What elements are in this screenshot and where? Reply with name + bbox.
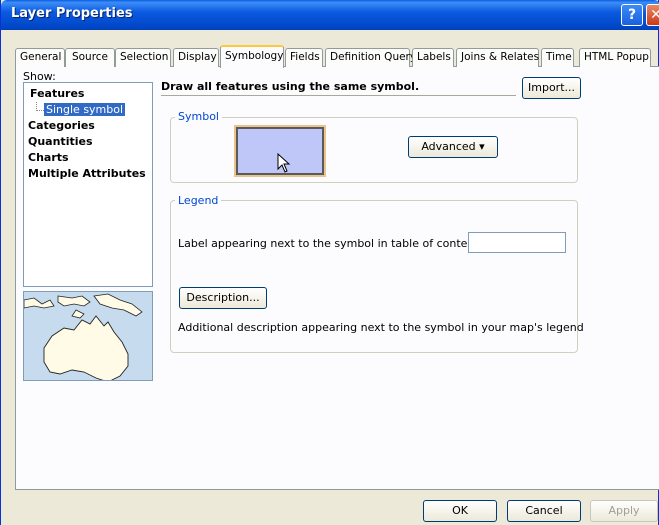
- tab-selection[interactable]: Selection: [115, 48, 171, 67]
- tab-html-popup[interactable]: HTML Popup: [579, 48, 651, 67]
- cancel-button[interactable]: Cancel: [507, 500, 581, 522]
- description-button[interactable]: Description...: [179, 287, 267, 309]
- import-button[interactable]: Import...: [522, 77, 581, 99]
- ok-button[interactable]: OK: [423, 500, 497, 522]
- tab-symbology[interactable]: Symbology: [220, 45, 284, 68]
- legend-label-text: Label appearing next to the symbol in ta…: [178, 237, 489, 250]
- tab-fields[interactable]: Fields: [285, 48, 323, 67]
- australia-map-icon: [24, 292, 152, 380]
- tab-display[interactable]: Display: [173, 48, 219, 67]
- renderer-tree: Features Single symbol Categories Quanti…: [23, 82, 153, 287]
- close-button[interactable]: ✕: [646, 4, 659, 26]
- advanced-label: Advanced: [421, 140, 476, 153]
- window-title: Layer Properties: [11, 6, 133, 21]
- apply-button[interactable]: Apply: [590, 500, 658, 522]
- tab-general[interactable]: General: [15, 48, 65, 67]
- description-help-text: Additional description appearing next to…: [178, 321, 584, 334]
- tree-item-multiple-attributes[interactable]: Multiple Attributes: [28, 167, 146, 180]
- tree-item-quantities[interactable]: Quantities: [28, 135, 93, 148]
- title-bar[interactable]: Layer Properties ? ✕: [1, 0, 659, 30]
- legend-group-title: Legend: [175, 194, 222, 207]
- tab-labels[interactable]: Labels: [412, 48, 454, 67]
- tree-item-single-symbol[interactable]: Single symbol: [44, 103, 126, 116]
- tab-source[interactable]: Source: [65, 48, 115, 67]
- tab-definition-query[interactable]: Definition Query: [325, 48, 416, 67]
- renderer-heading: Draw all features using the same symbol.: [161, 80, 420, 93]
- chevron-down-icon: ▾: [479, 140, 485, 153]
- heading-divider: [161, 95, 516, 96]
- tab-joins-relates[interactable]: Joins & Relates: [456, 48, 539, 67]
- help-button[interactable]: ?: [621, 4, 643, 26]
- legend-label-input[interactable]: [468, 232, 566, 253]
- layer-properties-dialog: Layer Properties ? ✕ General Source Sele…: [0, 0, 659, 525]
- mouse-cursor-icon: [277, 153, 291, 173]
- tree-item-charts[interactable]: Charts: [28, 151, 69, 164]
- symbol-group: [170, 117, 578, 183]
- tab-time[interactable]: Time: [541, 48, 574, 67]
- tree-item-categories[interactable]: Categories: [28, 119, 95, 132]
- advanced-button[interactable]: Advanced ▾: [408, 136, 498, 158]
- tree-item-features[interactable]: Features: [30, 87, 84, 100]
- tree-connector: [36, 102, 44, 111]
- map-preview-image: [23, 291, 153, 381]
- symbol-group-title: Symbol: [175, 110, 222, 123]
